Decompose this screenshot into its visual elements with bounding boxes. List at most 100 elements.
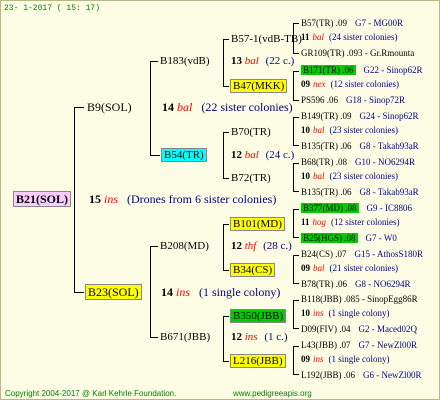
gp-code[interactable]: B135(TR) .06 bbox=[301, 187, 352, 197]
lb-info: 12 ins (1 c.) bbox=[231, 331, 288, 344]
gp-code[interactable]: B377(MD) .08 bbox=[301, 203, 359, 213]
grandparent-row[interactable]: B78(TR) .06 G8 - NO6294R bbox=[301, 278, 411, 291]
header-date: 23- 1-2017 ( 15: 17) bbox=[4, 4, 101, 13]
root-vline bbox=[74, 107, 75, 293]
la-h2 bbox=[223, 270, 229, 271]
ua-h2 bbox=[223, 86, 229, 87]
ub-p2[interactable]: B72(TR) bbox=[231, 172, 271, 185]
grandparent-row[interactable]: B135(TR) .06 G8 - Takab93aR bbox=[301, 140, 419, 153]
lower-node[interactable]: B23(SOL) bbox=[85, 284, 142, 300]
upper-code[interactable]: B9(SOL) bbox=[87, 101, 132, 114]
upper-a-hline bbox=[150, 61, 158, 62]
la-p2-node[interactable]: B34(CS) bbox=[230, 263, 276, 277]
gp-origin: G2 - Maced02Q bbox=[358, 324, 417, 334]
grandparent-row[interactable]: B118(JBB) .085 - SinopEgg86R bbox=[301, 293, 426, 306]
lb-p1[interactable]: B350(JBB) bbox=[230, 309, 287, 323]
footer-link[interactable]: www.pedigreeapis.org bbox=[233, 387, 312, 400]
la-p2[interactable]: B34(CS) bbox=[230, 263, 276, 277]
gp-note: (23 sister colonies) bbox=[329, 125, 398, 135]
la-gen: 12 bbox=[231, 240, 242, 252]
gp-code[interactable]: B171(TR) .06 bbox=[301, 65, 356, 75]
ua-note: (22 c.) bbox=[265, 55, 295, 67]
ua-code[interactable]: B183(vdB) bbox=[160, 55, 210, 68]
la-h1 bbox=[223, 224, 229, 225]
ua-p2-node[interactable]: B47(MKK) bbox=[230, 79, 288, 93]
rb2 bbox=[293, 71, 294, 101]
gp-word: ins bbox=[313, 308, 324, 318]
la-code[interactable]: B208(MD) bbox=[160, 240, 209, 253]
lower-code[interactable]: B23(SOL) bbox=[85, 284, 142, 300]
grandparent-row: 11 bal (24 sister colonies) bbox=[301, 31, 398, 44]
gp-word: bal bbox=[313, 171, 325, 181]
rb8b bbox=[293, 374, 299, 375]
rb4b bbox=[293, 191, 299, 192]
grandparent-row[interactable]: B25(HGS) .08 G7 - W0 bbox=[301, 232, 397, 245]
ua-p1[interactable]: B57-1(vdB-TB) bbox=[231, 33, 302, 46]
root-code[interactable]: B21(SOL) bbox=[13, 191, 72, 207]
grandparent-row[interactable]: B57(TR) .09 G7 - MG00R bbox=[301, 17, 403, 30]
lb-h2 bbox=[223, 361, 229, 362]
grandparent-row[interactable]: B68(TR) .08 G10 - NO6294R bbox=[301, 156, 415, 169]
lb-p1-node[interactable]: B350(JBB) bbox=[230, 309, 287, 323]
root-note: (Drones from 6 sister colonies) bbox=[127, 192, 277, 206]
gp-code[interactable]: B24(CS) .07 bbox=[301, 249, 347, 259]
grandparent-row[interactable]: B135(TR) .06 G8 - Takab93aR bbox=[301, 186, 419, 199]
rb1b bbox=[293, 53, 299, 54]
grandparent-row[interactable]: L192(JBB) .06 G6 - NewZl00R bbox=[301, 369, 422, 382]
gp-code[interactable]: B68(TR) .08 bbox=[301, 157, 347, 167]
upper-gen: 14 bbox=[162, 100, 174, 114]
root-node[interactable]: B21(SOL) bbox=[13, 191, 72, 207]
la-p1-node[interactable]: B101(MD) bbox=[230, 217, 285, 231]
gp-code[interactable]: D09(FIV) .04 bbox=[301, 324, 351, 334]
rb1a bbox=[293, 23, 299, 24]
gp-code[interactable]: GR109(TR) .093 - Gr.Rmounta bbox=[301, 48, 414, 58]
lb-code[interactable]: B671(JBB) bbox=[160, 331, 210, 344]
grandparent-row[interactable]: B24(CS) .07 G15 - AthosS180R bbox=[301, 248, 423, 261]
gp-word: bal bbox=[312, 32, 325, 42]
la-p1[interactable]: B101(MD) bbox=[230, 217, 285, 231]
gp-code[interactable]: B149(TR) .09 bbox=[301, 111, 352, 121]
grandparent-row[interactable]: GR109(TR) .093 - Gr.Rmounta bbox=[301, 47, 422, 60]
gp-gen: 09 bbox=[301, 79, 310, 89]
upper-note: (22 sister colonies) bbox=[201, 100, 293, 114]
gp-code[interactable]: B78(TR) .06 bbox=[301, 279, 347, 289]
gp-origin: G10 - NO6294R bbox=[355, 157, 415, 167]
gp-code[interactable]: B25(HGS) .08 bbox=[301, 233, 358, 243]
ub-h1 bbox=[223, 132, 229, 133]
lb-word: ins bbox=[244, 331, 258, 343]
grandparent-row[interactable]: B171(TR) .06 G22 - Sinop62R bbox=[301, 64, 423, 77]
gp-code[interactable]: L43(JBB) .07 bbox=[301, 340, 351, 350]
la-vline bbox=[223, 224, 224, 271]
grandparent-row[interactable]: D09(FIV) .04 G2 - Maced02Q bbox=[301, 323, 417, 336]
ub-code[interactable]: B54(TR) bbox=[161, 148, 207, 162]
lb-vline bbox=[223, 316, 224, 362]
gp-origin: G8 - Takab93aR bbox=[359, 141, 419, 151]
grandparent-row[interactable]: B377(MD) .08 G9 - IC8806 bbox=[301, 202, 412, 215]
ua-gen: 13 bbox=[231, 55, 242, 67]
gp-gen: 11 bbox=[301, 217, 310, 227]
gp-code[interactable]: B118(JBB) .085 - SinopEgg86R bbox=[301, 294, 418, 304]
gp-origin: G24 - Sinop62R bbox=[359, 111, 419, 121]
gp-code[interactable]: L192(JBB) .06 bbox=[301, 370, 355, 380]
lb-p2-node[interactable]: L216(JBB) bbox=[230, 354, 286, 368]
upper-info: 14 bal (22 sister colonies) bbox=[162, 101, 293, 114]
ua-p2[interactable]: B47(MKK) bbox=[230, 79, 288, 93]
gp-code[interactable]: B57(TR) .09 bbox=[301, 18, 347, 28]
lb-note: (1 c.) bbox=[264, 331, 288, 343]
lb-p2[interactable]: L216(JBB) bbox=[230, 354, 286, 368]
grandparent-row: 09 nex (12 sister colonies) bbox=[301, 78, 399, 91]
gp-origin: G8 - Takab93aR bbox=[359, 187, 419, 197]
ub-note: (24 c.) bbox=[265, 149, 295, 161]
grandparent-row[interactable]: L43(JBB) .07 G7 - NewZl00R bbox=[301, 339, 417, 352]
gp-word: bal bbox=[313, 263, 325, 273]
gp-gen: 11 bbox=[301, 32, 310, 42]
grandparent-row[interactable]: B149(TR) .09 G24 - Sinop62R bbox=[301, 110, 419, 123]
gp-origin: G22 - Sinop62R bbox=[363, 65, 423, 75]
grandparent-row: 09 ins (1 single colony) bbox=[301, 353, 390, 366]
grandparent-row[interactable]: PS596 .06 G18 - Sinop72R bbox=[301, 94, 405, 107]
gp-code[interactable]: PS596 .06 bbox=[301, 95, 338, 105]
ub-node[interactable]: B54(TR) bbox=[161, 148, 207, 162]
rb4a bbox=[293, 163, 299, 164]
ub-p1[interactable]: B70(TR) bbox=[231, 126, 271, 139]
gp-code[interactable]: B135(TR) .06 bbox=[301, 141, 352, 151]
